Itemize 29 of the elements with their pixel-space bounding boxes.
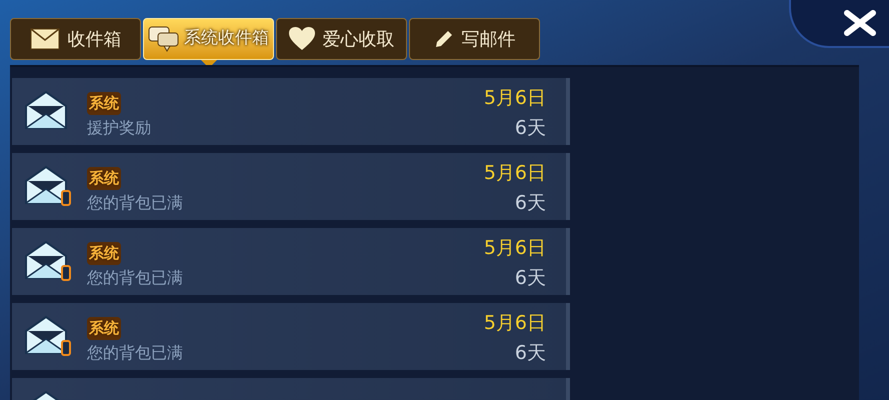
- heart-icon: [288, 27, 314, 51]
- mail-subject: 援护奖励: [87, 118, 151, 138]
- mailbox-tab[interactable]: 写邮件: [409, 18, 540, 60]
- expiry-days: 6天: [514, 191, 546, 215]
- mail-row[interactable]: 系统 您的背包已满 5月6日 6天: [12, 228, 570, 295]
- expiry-days: 6天: [514, 266, 546, 290]
- expiry-days: 6天: [514, 116, 546, 140]
- mailbox-tab[interactable]: 收件箱: [10, 18, 141, 60]
- mail-subject: 您的背包已满: [87, 343, 183, 363]
- mailbox-tab[interactable]: 爱心收取: [276, 18, 407, 60]
- mail-row[interactable]: 系统 援护奖励 5月6日 6天: [12, 78, 570, 145]
- mail-date: 5月6日: [484, 161, 546, 185]
- mail-date: 5月6日: [484, 311, 546, 335]
- envelope-icon: [30, 28, 60, 50]
- speech-bubbles-icon: [148, 26, 180, 52]
- mail-date: 5月6日: [484, 86, 546, 110]
- close-button[interactable]: [789, 0, 889, 48]
- sender-tag: 系统: [87, 242, 121, 264]
- mail-row[interactable]: 系统 您的背包已满 5月6日 6天: [12, 303, 570, 370]
- mail-row[interactable]: 系统 您的背包已满 5月6日 6天: [12, 153, 570, 220]
- mail-subject: 您的背包已满: [87, 268, 183, 288]
- sender-tag: 系统: [87, 167, 121, 190]
- close-icon: [843, 10, 877, 36]
- mail-subject: 您的背包已满: [87, 193, 183, 213]
- expiry-days: 6天: [514, 341, 546, 365]
- sender-tag: 系统: [87, 92, 121, 114]
- pencil-icon: [434, 29, 454, 49]
- mail-date: 5月6日: [484, 236, 546, 260]
- sender-tag: 系统: [87, 317, 121, 340]
